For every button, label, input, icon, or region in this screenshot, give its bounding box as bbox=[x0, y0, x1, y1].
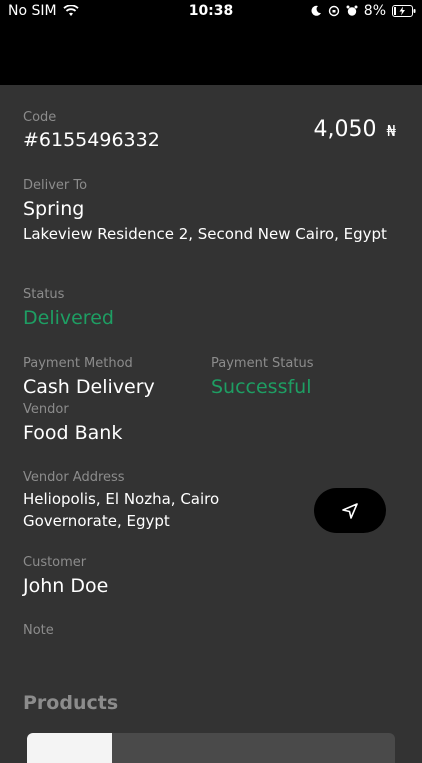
status-value: Delivered bbox=[23, 307, 114, 329]
rotation-lock-icon bbox=[328, 5, 339, 17]
alarm-icon bbox=[346, 5, 358, 16]
vendor-address-label: Vendor Address bbox=[23, 470, 125, 485]
vendor-value: Food Bank bbox=[23, 422, 123, 444]
deliver-to-label: Deliver To bbox=[23, 178, 88, 193]
navigation-arrow-icon bbox=[342, 502, 358, 519]
order-amount: 4,050 ₦ bbox=[313, 117, 396, 142]
moon-icon bbox=[311, 5, 321, 16]
code-label: Code bbox=[23, 110, 57, 125]
currency-symbol: ₦ bbox=[386, 122, 396, 140]
note-label: Note bbox=[23, 623, 54, 638]
payment-method-label: Payment Method bbox=[23, 356, 133, 371]
vendor-address-line2: Governorate, Egypt bbox=[23, 512, 170, 530]
customer-value: John Doe bbox=[23, 575, 109, 597]
status-label: Status bbox=[23, 287, 65, 302]
vendor-label: Vendor bbox=[23, 402, 69, 417]
deliver-to-address: Lakeview Residence 2, Second New Cairo, … bbox=[23, 225, 387, 243]
status-right: 8% bbox=[310, 3, 416, 19]
order-code: #6155496332 bbox=[23, 129, 160, 151]
products-title: Products bbox=[23, 692, 119, 714]
product-thumbnail bbox=[27, 733, 112, 763]
battery-charging-icon bbox=[392, 5, 416, 17]
payment-status-value: Successful bbox=[211, 376, 312, 398]
payment-status-label: Payment Status bbox=[211, 356, 314, 371]
vendor-address-line1: Heliopolis, El Nozha, Cairo bbox=[23, 490, 220, 508]
battery-percent: 8% bbox=[363, 3, 386, 19]
navigation-header bbox=[0, 24, 422, 85]
navigate-to-vendor-button[interactable] bbox=[314, 488, 386, 533]
product-card[interactable] bbox=[27, 733, 395, 763]
amount-value: 4,050 bbox=[313, 117, 377, 142]
payment-method-value: Cash Delivery bbox=[23, 376, 155, 398]
status-bar: No SIM 10:38 8% bbox=[0, 0, 422, 24]
deliver-to-name: Spring bbox=[23, 198, 85, 220]
customer-label: Customer bbox=[23, 555, 87, 570]
